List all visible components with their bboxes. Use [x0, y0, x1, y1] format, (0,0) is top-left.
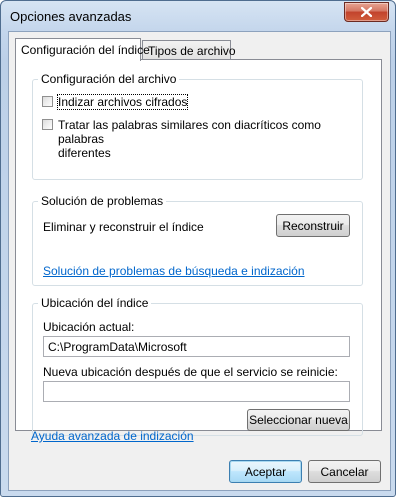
rebuild-button[interactable]: Reconstruir	[276, 214, 350, 237]
close-icon	[361, 7, 372, 17]
current-location-field[interactable]: C:\ProgramData\Microsoft	[43, 336, 350, 357]
tab-file-types[interactable]: Tipos de archivo	[142, 40, 236, 60]
option-diacritics-label-line2: diferentes	[58, 146, 111, 160]
group-file-settings: Configuración del archivo Indizar archiv…	[32, 72, 363, 180]
close-button[interactable]	[344, 2, 389, 22]
rebuild-text: Eliminar y reconstruir el índice	[43, 220, 204, 234]
tab-panel-index-settings: Configuración del archivo Indizar archiv…	[15, 59, 382, 436]
option-index-encrypted-label: Indizar archivos cifrados	[56, 94, 189, 110]
tab-index-settings[interactable]: Configuración del índice	[15, 38, 150, 61]
select-new-button-label: Seleccionar nueva	[249, 413, 348, 427]
cancel-button-label: Cancelar	[320, 464, 369, 479]
troubleshoot-link[interactable]: Solución de problemas de búsqueda e indi…	[43, 264, 305, 278]
accept-button-label: Aceptar	[244, 464, 287, 479]
window-title: Opciones avanzadas	[10, 9, 132, 24]
option-index-encrypted[interactable]: Indizar archivos cifrados	[42, 94, 189, 110]
current-location-label: Ubicación actual:	[43, 320, 135, 334]
tab-file-types-label: Tipos de archivo	[148, 44, 236, 58]
group-troubleshooting-title: Solución de problemas	[38, 194, 167, 208]
group-index-location-title: Ubicación del índice	[38, 296, 152, 310]
tab-index-settings-label: Configuración del índice	[21, 43, 150, 57]
checkbox-diacritics[interactable]	[42, 119, 53, 130]
checkbox-index-encrypted[interactable]	[42, 96, 53, 107]
rebuild-button-label: Reconstruir	[282, 218, 344, 233]
dialog-client-area: Configuración del índice Tipos de archiv…	[8, 31, 391, 491]
new-location-field[interactable]	[43, 381, 350, 402]
select-new-button[interactable]: Seleccionar nueva	[247, 409, 350, 431]
cancel-button[interactable]: Cancelar	[308, 460, 381, 483]
new-location-label: Nueva ubicación después de que el servic…	[43, 365, 338, 379]
accept-button[interactable]: Aceptar	[229, 460, 302, 483]
group-troubleshooting: Solución de problemas Eliminar y reconst…	[32, 194, 363, 286]
option-diacritics-label: Tratar las palabras similares con diacrí…	[58, 118, 352, 160]
title-bar[interactable]: Opciones avanzadas	[1, 1, 395, 31]
group-index-location: Ubicación del índice Ubicación actual: C…	[32, 296, 363, 436]
dialog-window: Opciones avanzadas Configuración del índ…	[0, 0, 396, 497]
advanced-help-link[interactable]: Ayuda avanzada de indización	[31, 429, 194, 443]
group-file-settings-title: Configuración del archivo	[38, 72, 180, 86]
option-diacritics[interactable]: Tratar las palabras similares con diacrí…	[42, 118, 352, 160]
option-diacritics-label-line1: Tratar las palabras similares con diacrí…	[58, 118, 321, 146]
